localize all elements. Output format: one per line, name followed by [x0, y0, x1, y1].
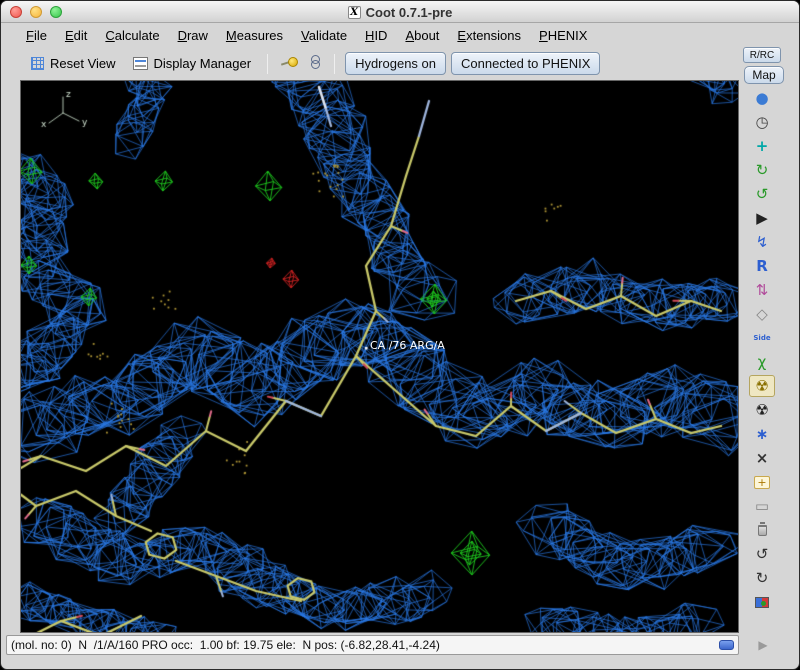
- display-manager-icon: [132, 57, 148, 70]
- x11-app-icon: X: [347, 5, 361, 19]
- menu-draw[interactable]: Draw: [169, 26, 217, 45]
- display-manager-label: Display Manager: [153, 56, 252, 71]
- display-manager-mini-icon[interactable]: [749, 591, 775, 613]
- mutate-residue-icon[interactable]: ×: [749, 447, 775, 469]
- move-molecule-icon[interactable]: +: [749, 135, 775, 157]
- atom-label: CA /76 ARG/A: [370, 339, 445, 352]
- menu-phenix[interactable]: PHENIX: [530, 26, 596, 45]
- side-chain-flip-glyph: Side: [753, 333, 771, 342]
- torsion-general-icon[interactable]: ↺: [749, 183, 775, 205]
- add-terminal-residue-icon[interactable]: +: [749, 471, 775, 493]
- run-script-icon[interactable]: ▶: [749, 207, 775, 229]
- model-fit-refine-glyph: ☢: [755, 376, 769, 395]
- window-title: Coot 0.7.1-pre: [365, 4, 453, 20]
- regularize-zone-icon[interactable]: ◇: [749, 303, 775, 325]
- titlebar[interactable]: X Coot 0.7.1-pre: [1, 1, 799, 23]
- viewport[interactable]: CA /76 ARG/A: [20, 80, 739, 633]
- rotate-translate-glyph: ↻: [755, 160, 769, 179]
- torsion-general-glyph: ↺: [755, 184, 769, 203]
- menu-file[interactable]: File: [17, 26, 56, 45]
- statusbar: (mol. no: 0) N /1/A/160 PRO occ: 1.00 bf…: [6, 635, 739, 655]
- rrc-button[interactable]: R/RC: [743, 47, 781, 63]
- add-alt-conf-icon[interactable]: ∗: [749, 423, 775, 445]
- map-button[interactable]: Map: [744, 66, 784, 84]
- delete-item-glyph: ▭: [754, 496, 770, 515]
- atom-pair-button[interactable]: [306, 53, 324, 74]
- side-chain-flip-icon[interactable]: Side: [749, 327, 775, 349]
- toolbar: Reset View Display Manager Hydrogens on …: [1, 47, 741, 80]
- recentre-clock-glyph: ◷: [755, 112, 769, 131]
- reset-view-button[interactable]: Reset View: [25, 53, 122, 74]
- statusbar-scroll-thumb[interactable]: [719, 640, 734, 650]
- recentre-clock-icon[interactable]: ◷: [749, 111, 775, 133]
- auto-fit-rotamer-icon[interactable]: R: [749, 255, 775, 277]
- menu-validate[interactable]: Validate: [292, 26, 356, 45]
- add-terminal-residue-glyph: +: [754, 475, 770, 489]
- go-to-atom-button[interactable]: [278, 54, 301, 73]
- redo-glyph: ↻: [755, 568, 769, 587]
- run-script-glyph: ▶: [756, 208, 768, 227]
- trash-glyph: [757, 521, 767, 536]
- zoom-button[interactable]: [50, 6, 62, 18]
- atom-pair-icon: [309, 55, 321, 69]
- delete-item-icon[interactable]: ▭: [749, 495, 775, 517]
- views-sphere-glyph: ●: [755, 88, 769, 107]
- auto-fit-rotamer-glyph: R: [756, 256, 768, 275]
- display-manager-mini-glyph: [755, 596, 769, 608]
- toolbar-separator-2: [334, 53, 336, 74]
- go-to-atom-icon: [281, 56, 299, 68]
- side-toolbar: ● ◷ + ↻ ↺ ▶ ↯ R ⇅ ◇ Side χ ☢ ☢ ∗ × + ▭ ↺ ↻: [745, 87, 779, 629]
- close-button[interactable]: [10, 6, 22, 18]
- menu-calculate[interactable]: Calculate: [96, 26, 168, 45]
- menu-edit[interactable]: Edit: [56, 26, 96, 45]
- views-sphere-icon[interactable]: ●: [749, 87, 775, 109]
- status-text: (mol. no: 0) N /1/A/160 PRO occ: 1.00 bf…: [11, 638, 440, 652]
- reset-view-grid-icon: [31, 57, 44, 70]
- regularize-zone-glyph: ◇: [756, 304, 768, 323]
- toolbar-separator-1: [267, 53, 269, 74]
- undo-icon[interactable]: ↺: [749, 543, 775, 565]
- refine-residue-icon[interactable]: ☢: [749, 399, 775, 421]
- move-molecule-glyph: +: [755, 136, 769, 155]
- edit-chi-angles-icon[interactable]: χ: [749, 351, 775, 373]
- traffic-lights: [10, 6, 62, 18]
- minimize-button[interactable]: [30, 6, 42, 18]
- gl-canvas[interactable]: [21, 81, 738, 632]
- trash-icon[interactable]: [749, 519, 775, 541]
- edit-chi-angles-glyph: χ: [757, 352, 767, 371]
- mutate-residue-glyph: ×: [755, 448, 769, 467]
- reset-view-label: Reset View: [50, 56, 116, 71]
- statusbar-expand-button[interactable]: ▶: [749, 634, 777, 656]
- model-fit-refine-icon[interactable]: ☢: [749, 375, 775, 397]
- menu-hid[interactable]: HID: [356, 26, 396, 45]
- redo-icon[interactable]: ↻: [749, 567, 775, 589]
- window-title-wrap: X Coot 0.7.1-pre: [1, 1, 799, 23]
- phenix-connection-button[interactable]: Connected to PHENIX: [451, 52, 601, 75]
- real-space-refine-icon[interactable]: ↯: [749, 231, 775, 253]
- pep-flip-icon[interactable]: ⇅: [749, 279, 775, 301]
- undo-glyph: ↺: [755, 544, 769, 563]
- pep-flip-glyph: ⇅: [755, 280, 769, 299]
- add-alt-conf-glyph: ∗: [755, 424, 769, 443]
- play-triangle-icon: ▶: [758, 638, 768, 652]
- menu-extensions[interactable]: Extensions: [448, 26, 530, 45]
- hydrogens-toggle-button[interactable]: Hydrogens on: [345, 52, 447, 75]
- refine-residue-glyph: ☢: [755, 400, 769, 419]
- menu-measures[interactable]: Measures: [217, 26, 292, 45]
- coot-window: X Coot 0.7.1-pre File Edit Calculate Dra…: [0, 0, 800, 670]
- menu-about[interactable]: About: [396, 26, 448, 45]
- display-manager-button[interactable]: Display Manager: [127, 53, 258, 74]
- real-space-refine-glyph: ↯: [755, 232, 769, 251]
- rotate-translate-icon[interactable]: ↻: [749, 159, 775, 181]
- menubar: File Edit Calculate Draw Measures Valida…: [1, 24, 799, 47]
